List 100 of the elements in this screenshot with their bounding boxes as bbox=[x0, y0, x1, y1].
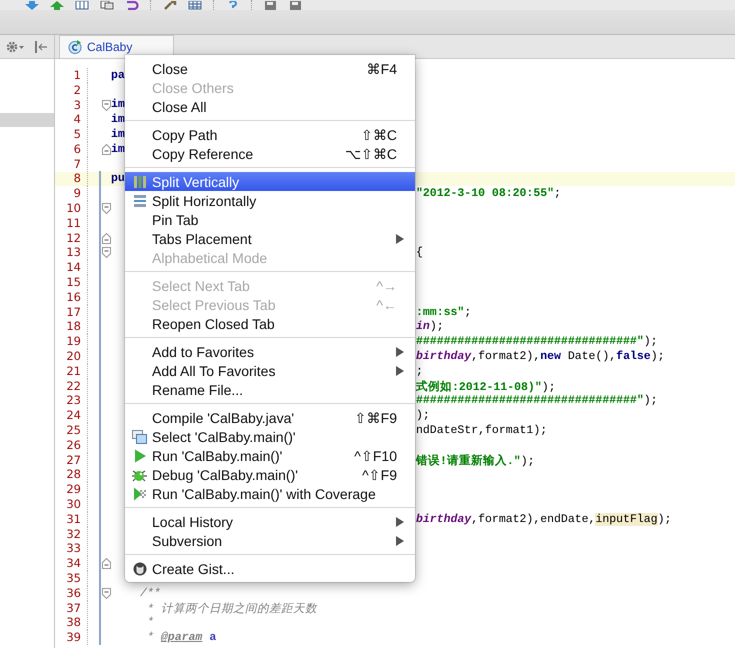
line-number: 21 bbox=[55, 364, 88, 379]
line-number: 34 bbox=[55, 556, 88, 572]
menu-item[interactable]: Split Vertically bbox=[125, 172, 415, 191]
line-number: 14 bbox=[55, 260, 88, 276]
fold-marker-icon[interactable] bbox=[102, 100, 111, 110]
line-number: 6 bbox=[55, 142, 88, 157]
menu-item[interactable]: Rename File... bbox=[125, 380, 415, 399]
line-number: 18 bbox=[55, 319, 88, 334]
code-text: a bbox=[209, 631, 216, 644]
line-number: 4 bbox=[55, 112, 88, 128]
code-text: * bbox=[147, 616, 154, 630]
line-number: 28 bbox=[55, 467, 88, 482]
code-text: @param bbox=[160, 631, 202, 644]
menu-item[interactable]: Reopen Closed Tab bbox=[125, 314, 415, 333]
fold-marker-icon[interactable] bbox=[102, 247, 111, 258]
menu-item[interactable]: Copy Path ⇧⌘C bbox=[125, 125, 415, 144]
line-number: 12 bbox=[55, 230, 88, 246]
save-icon[interactable] bbox=[289, 1, 303, 10]
line-number: 26 bbox=[55, 438, 88, 453]
line-number: 5 bbox=[55, 127, 88, 142]
line-number: 22 bbox=[55, 378, 88, 394]
fold-marker-icon[interactable] bbox=[102, 558, 111, 570]
line-number: 32 bbox=[55, 526, 88, 542]
line-number: 27 bbox=[55, 452, 88, 468]
code-text: ################################" bbox=[416, 335, 644, 348]
menu-item[interactable]: Tabs Placement bbox=[125, 229, 415, 248]
grid-icon[interactable] bbox=[188, 1, 202, 10]
code-text: ,format2), bbox=[471, 350, 540, 364]
code-text: { bbox=[416, 246, 423, 260]
bug-icon bbox=[132, 468, 147, 482]
code-text: ; bbox=[416, 364, 423, 378]
code-text: im bbox=[111, 98, 125, 112]
code-text: 式例如:2012-11-08)" bbox=[416, 380, 542, 394]
menu-item[interactable]: Subversion bbox=[125, 531, 415, 550]
line-number: 1 bbox=[55, 68, 88, 83]
wrench-icon[interactable] bbox=[163, 1, 177, 10]
copy-icon[interactable] bbox=[100, 1, 114, 10]
code-text: ; bbox=[554, 187, 561, 200]
line-number: 38 bbox=[55, 615, 88, 630]
line-number: 37 bbox=[55, 600, 88, 616]
fold-marker-icon[interactable] bbox=[102, 144, 111, 155]
menu-item[interactable]: Copy Reference ⌥⇧⌘C bbox=[125, 144, 415, 163]
run-coverage-icon bbox=[132, 486, 146, 500]
code-text: :mm:ss" bbox=[416, 306, 464, 319]
line-number: 31 bbox=[55, 512, 88, 527]
menu-item[interactable]: Split Horizontally bbox=[125, 191, 415, 210]
columns-icon[interactable] bbox=[75, 1, 89, 10]
line-number: 23 bbox=[55, 393, 88, 408]
menu-item[interactable]: Run 'CalBaby.main()' ^⇧F10 bbox=[125, 446, 415, 465]
menu-item[interactable]: Add All To Favorites bbox=[125, 361, 415, 380]
code-text: ); bbox=[520, 454, 535, 468]
save-icon[interactable] bbox=[264, 1, 278, 10]
code-text: im bbox=[111, 113, 125, 126]
code-text: in bbox=[416, 320, 430, 334]
fold-marker-icon[interactable] bbox=[102, 588, 111, 599]
line-number: 25 bbox=[55, 423, 88, 438]
help-icon[interactable] bbox=[226, 1, 240, 10]
menu-item[interactable]: Select 'CalBaby.main()' bbox=[125, 427, 415, 446]
code-text: * 计算两个日期之间的差距天数 bbox=[147, 602, 317, 616]
menu-item[interactable]: Run 'CalBaby.main()' with Coverage bbox=[125, 484, 415, 503]
code-text: ; bbox=[464, 306, 472, 319]
down-arrow-icon[interactable] bbox=[25, 1, 39, 10]
line-number: 30 bbox=[55, 497, 88, 512]
menu-item[interactable]: Local History bbox=[125, 512, 415, 531]
settings-icon[interactable] bbox=[6, 40, 26, 52]
code-text: ); bbox=[650, 350, 664, 364]
line-number: 8 bbox=[55, 171, 88, 186]
line-number: 10 bbox=[55, 201, 88, 216]
menu-item[interactable]: Add to Favorites bbox=[125, 342, 415, 361]
horizontal-split-icon bbox=[132, 194, 146, 208]
code-text: * bbox=[147, 631, 154, 644]
line-number: 16 bbox=[55, 290, 88, 305]
collapse-left-icon[interactable] bbox=[34, 40, 48, 52]
fold-marker-icon[interactable] bbox=[102, 232, 111, 244]
up-arrow-icon[interactable] bbox=[50, 1, 64, 10]
fold-marker-icon[interactable] bbox=[102, 203, 111, 214]
code-text: /** bbox=[140, 586, 161, 600]
menu-item[interactable]: Close All bbox=[125, 97, 415, 116]
menu-item[interactable]: Compile 'CalBaby.java' ⇧⌘F9 bbox=[125, 408, 415, 427]
line-number: 17 bbox=[55, 304, 88, 320]
menu-item[interactable]: Debug 'CalBaby.main()' ^⇧F9 bbox=[125, 465, 415, 484]
run-icon bbox=[132, 448, 146, 462]
editor-tab[interactable]: CalBaby bbox=[59, 35, 174, 58]
code-text: 错误!请重新输入." bbox=[416, 454, 521, 468]
code-text: pu bbox=[111, 172, 125, 186]
menu-item[interactable]: Close ⌘F4 bbox=[125, 59, 415, 78]
line-number: 19 bbox=[55, 334, 88, 350]
code-text: im bbox=[111, 128, 125, 142]
code-text: birthday bbox=[416, 350, 472, 364]
code-text: false bbox=[616, 350, 651, 364]
code-text: inputFlag bbox=[595, 512, 658, 526]
code-text: "2012-3-10 08:20:55" bbox=[416, 187, 554, 200]
undo-icon[interactable] bbox=[125, 1, 139, 10]
line-number: 15 bbox=[55, 275, 88, 290]
menu-item[interactable]: Create Gist... bbox=[125, 559, 415, 578]
line-number: 35 bbox=[55, 571, 88, 586]
code-text: ); bbox=[430, 320, 444, 334]
code-text: ); bbox=[542, 380, 556, 394]
menu-item[interactable]: Pin Tab bbox=[125, 210, 415, 229]
code-text: ); bbox=[644, 394, 658, 408]
